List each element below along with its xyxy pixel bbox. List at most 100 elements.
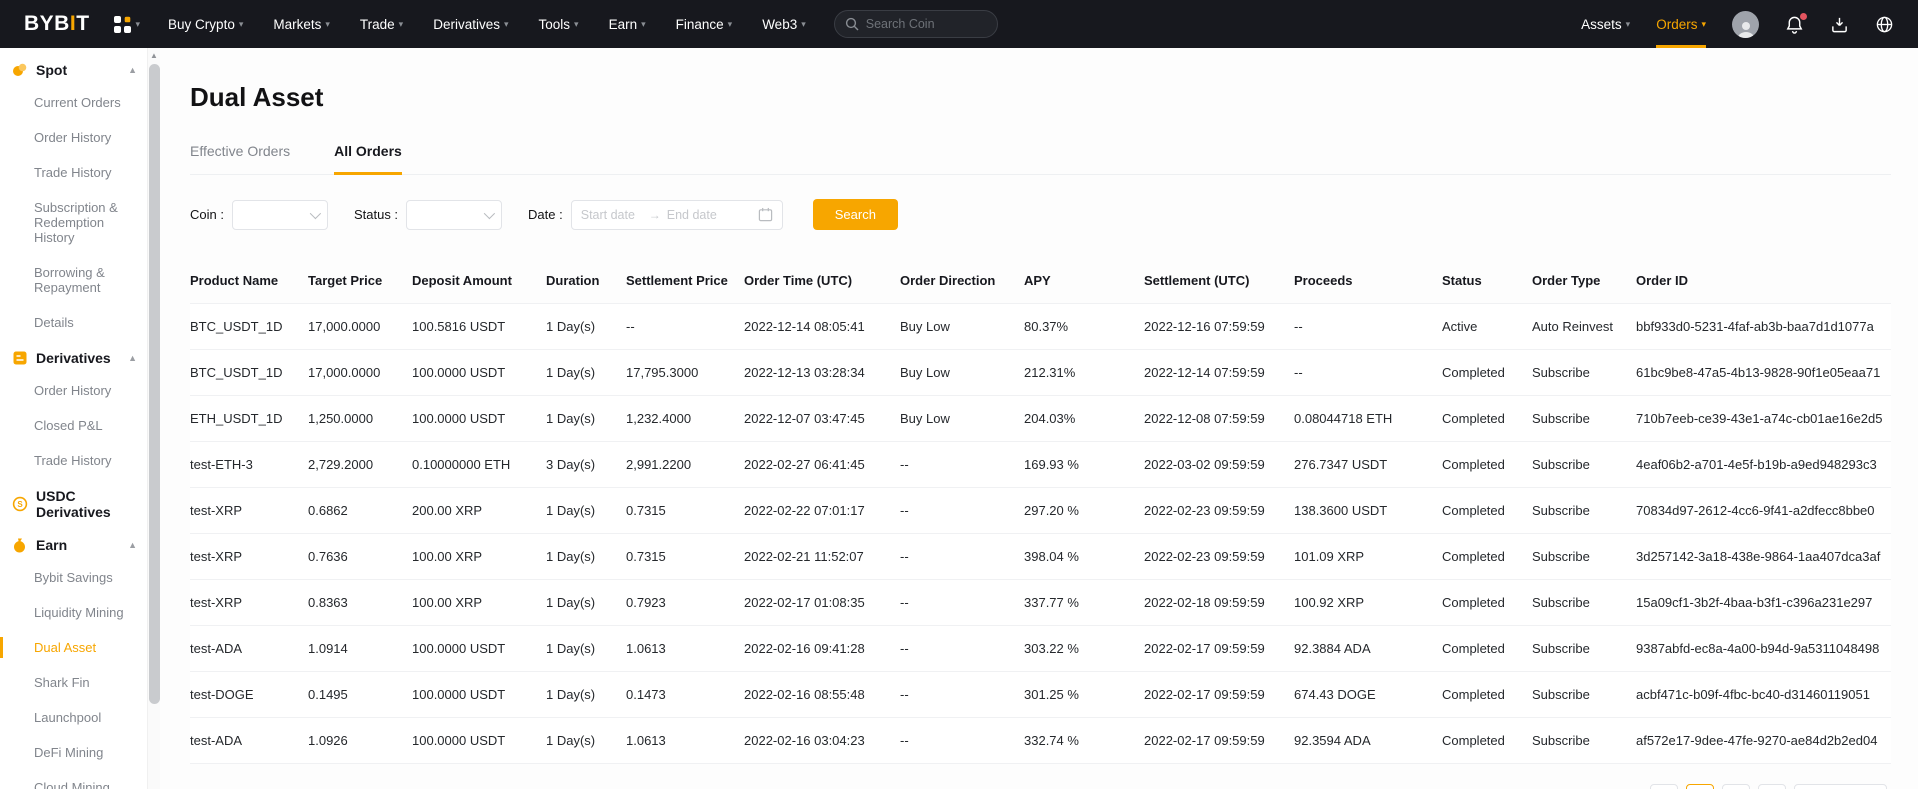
sidebar-section-usdc-derivatives[interactable]: SUSDC Derivatives: [0, 488, 147, 520]
nav-item-buy-crypto[interactable]: Buy Crypto▾: [168, 0, 243, 48]
assets-menu[interactable]: Assets▾: [1581, 0, 1630, 48]
prev-page-button[interactable]: <: [1650, 784, 1678, 789]
nav-item-web3[interactable]: Web3▾: [762, 0, 806, 48]
cell-duration: 1 Day(s): [546, 641, 626, 656]
cell-product-name: test-DOGE: [190, 687, 308, 702]
sidebar-section-spot[interactable]: Spot▲: [0, 62, 147, 78]
spot-icon: [12, 62, 28, 78]
cell-order-direction: --: [900, 503, 1024, 518]
cell-apy: 297.20 %: [1024, 503, 1144, 518]
apps-grid-icon[interactable]: ▾: [114, 16, 141, 33]
nav-item-markets[interactable]: Markets▾: [273, 0, 330, 48]
cell-apy: 301.25 %: [1024, 687, 1144, 702]
sidebar-item-closed-p-l[interactable]: Closed P&L: [0, 418, 147, 433]
search-button[interactable]: Search: [813, 199, 898, 230]
nav-item-label: Markets: [273, 17, 321, 32]
sidebar-item-current-orders[interactable]: Current Orders: [0, 95, 147, 110]
scrollbar-thumb[interactable]: [149, 64, 160, 704]
status-filter-label: Status :: [354, 207, 398, 222]
cell-proceeds: --: [1294, 365, 1442, 380]
cell-settlement-price: 1.0613: [626, 733, 744, 748]
notification-bell-icon[interactable]: [1785, 15, 1804, 34]
sidebar-item-subscription-redemption-history[interactable]: Subscription & Redemption History: [0, 200, 147, 245]
chevron-down-icon: ▾: [399, 20, 404, 29]
cell-order-type: Subscribe: [1532, 641, 1636, 656]
sidebar-item-trade-history[interactable]: Trade History: [0, 165, 147, 180]
page-size-select[interactable]: 10 / page: [1794, 784, 1886, 789]
page-button-2[interactable]: 2: [1722, 784, 1750, 789]
cell-target-price: 0.1495: [308, 687, 412, 702]
cell-settlement-utc: 2022-12-08 07:59:59: [1144, 411, 1294, 426]
chevron-up-icon: ▲: [128, 65, 137, 75]
orders-table: Product NameTarget PriceDeposit AmountDu…: [190, 258, 1891, 764]
cell-proceeds: 0.08044718 ETH: [1294, 411, 1442, 426]
sidebar-item-launchpool[interactable]: Launchpool: [0, 710, 147, 725]
cell-status: Completed: [1442, 733, 1532, 748]
nav-item-tools[interactable]: Tools▾: [539, 0, 579, 48]
start-date-input[interactable]: [581, 208, 643, 222]
nav-item-label: Trade: [360, 17, 395, 32]
table-row: test-ADA1.0914100.0000 USDT1 Day(s)1.061…: [190, 626, 1891, 672]
end-date-input[interactable]: [667, 208, 729, 222]
user-avatar[interactable]: [1732, 11, 1759, 38]
column-header-settlement-utc: Settlement (UTC): [1144, 273, 1294, 288]
cell-order-time-utc: 2022-02-17 01:08:35: [744, 595, 900, 610]
page-button-1[interactable]: 1: [1686, 784, 1714, 789]
date-range-picker[interactable]: →: [571, 200, 783, 230]
chevron-down-icon: ▾: [574, 20, 579, 29]
cell-deposit-amount: 100.5816 USDT: [412, 319, 546, 334]
cell-apy: 80.37%: [1024, 319, 1144, 334]
date-filter-label: Date :: [528, 207, 563, 222]
nav-item-label: Derivatives: [433, 17, 500, 32]
orders-menu[interactable]: Orders▾: [1656, 0, 1706, 48]
cell-duration: 1 Day(s): [546, 595, 626, 610]
cell-settlement-utc: 2022-03-02 09:59:59: [1144, 457, 1294, 472]
cell-status: Completed: [1442, 365, 1532, 380]
coin-search-box[interactable]: [834, 10, 998, 38]
coin-filter-label: Coin :: [190, 207, 224, 222]
coin-select[interactable]: [232, 200, 328, 230]
search-input[interactable]: [866, 17, 976, 31]
nav-item-derivatives[interactable]: Derivatives▾: [433, 0, 508, 48]
sidebar-item-defi-mining[interactable]: DeFi Mining: [0, 745, 147, 760]
cell-order-id: af572e17-9dee-47fe-9270-ae84d2b2ed04: [1636, 733, 1891, 748]
cell-status: Completed: [1442, 687, 1532, 702]
tab-all-orders[interactable]: All Orders: [334, 143, 402, 175]
language-globe-icon[interactable]: [1875, 15, 1894, 34]
cell-target-price: 17,000.0000: [308, 365, 412, 380]
nav-item-finance[interactable]: Finance▾: [676, 0, 733, 48]
cell-proceeds: 674.43 DOGE: [1294, 687, 1442, 702]
table-row: BTC_USDT_1D17,000.0000100.5816 USDT1 Day…: [190, 304, 1891, 350]
cell-settlement-price: 2,991.2200: [626, 457, 744, 472]
sidebar-item-details[interactable]: Details: [0, 315, 147, 330]
cell-order-direction: --: [900, 641, 1024, 656]
cell-deposit-amount: 100.00 XRP: [412, 595, 546, 610]
nav-item-earn[interactable]: Earn▾: [609, 0, 646, 48]
sidebar-item-shark-fin[interactable]: Shark Fin: [0, 675, 147, 690]
sidebar-item-dual-asset[interactable]: Dual Asset: [0, 640, 147, 655]
column-header-target-price: Target Price: [308, 273, 412, 288]
tab-effective-orders[interactable]: Effective Orders: [190, 143, 290, 174]
next-page-button[interactable]: >: [1758, 784, 1786, 789]
sidebar-section-earn[interactable]: Earn▲: [0, 537, 147, 553]
sidebar-item-liquidity-mining[interactable]: Liquidity Mining: [0, 605, 147, 620]
chevron-down-icon: ▾: [1626, 20, 1631, 29]
chevron-down-icon: [484, 207, 495, 218]
sidebar-item-cloud-mining[interactable]: Cloud Mining: [0, 780, 147, 789]
sidebar-item-order-history[interactable]: Order History: [0, 383, 147, 398]
nav-item-trade[interactable]: Trade ▾: [360, 0, 403, 48]
download-icon[interactable]: [1830, 15, 1849, 34]
cell-settlement-price: 0.7923: [626, 595, 744, 610]
sidebar-section-derivatives[interactable]: Derivatives▲: [0, 350, 147, 366]
column-header-order-id: Order ID: [1636, 273, 1891, 288]
cell-settlement-price: 0.1473: [626, 687, 744, 702]
sidebar-item-bybit-savings[interactable]: Bybit Savings: [0, 570, 147, 585]
sidebar-item-order-history[interactable]: Order History: [0, 130, 147, 145]
bybit-logo[interactable]: BYBIT: [24, 12, 90, 36]
sidebar-scrollbar[interactable]: ▲: [147, 48, 160, 789]
cell-settlement-utc: 2022-02-17 09:59:59: [1144, 687, 1294, 702]
sidebar-item-trade-history[interactable]: Trade History: [0, 453, 147, 468]
status-select[interactable]: [406, 200, 502, 230]
scrollbar-up-arrow-icon[interactable]: ▲: [148, 48, 160, 62]
sidebar-item-borrowing-repayment[interactable]: Borrowing & Repayment: [0, 265, 147, 295]
